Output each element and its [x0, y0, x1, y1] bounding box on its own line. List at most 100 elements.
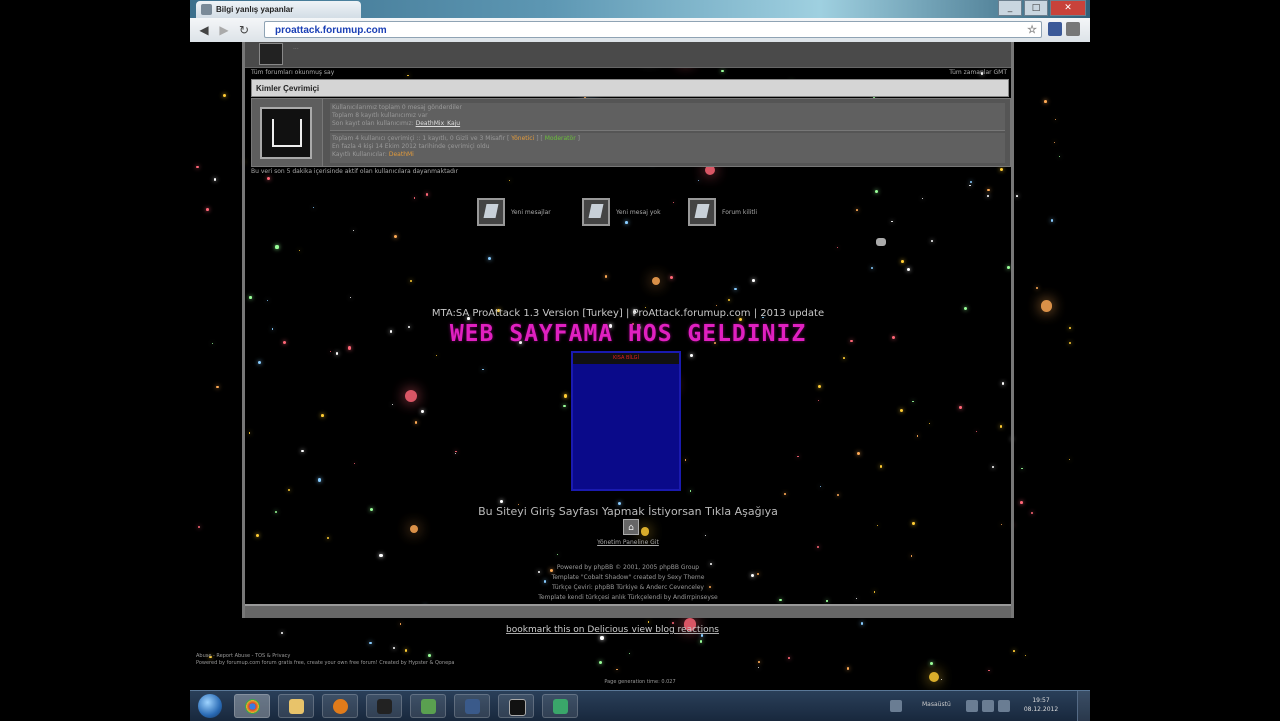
star-sparkle	[846, 667, 850, 670]
credits-line: Template kendi türkçesi anlık Türkçelend…	[538, 594, 718, 601]
credits-line: Türkçe Çeviri: phpBB Türkiye & Anderc Ce…	[552, 584, 704, 591]
bookmark-link[interactable]: bookmark this on Delicious	[506, 625, 628, 635]
windows-taskbar: Masaüstü 19:57 08.12.2012	[190, 690, 1090, 721]
bookmark-star-icon[interactable]: ☆	[1027, 22, 1037, 39]
browser-tab[interactable]: Bilgi yanlış yapanlar	[196, 1, 361, 18]
star-sparkle	[196, 166, 199, 169]
star-sparkle	[1059, 155, 1061, 157]
star-sparkle	[1021, 467, 1023, 470]
show-desktop-button[interactable]	[1077, 691, 1090, 721]
network-icon	[421, 699, 436, 714]
tray-network-icon[interactable]	[982, 700, 994, 712]
system-clock[interactable]: 19:57 08.12.2012	[1016, 696, 1066, 714]
taskbar-cmd[interactable]	[498, 694, 534, 718]
stats-line: Son kayıt olan kullanıcımız: DeathMix_Ka…	[332, 120, 460, 127]
admin-legend: Yönetici	[511, 135, 535, 142]
who-online-icon	[260, 107, 312, 159]
mark-read-link[interactable]: Tüm forumları okunmuş say	[251, 69, 334, 76]
mta-version-line: MTA:SA ProAttack 1.3 Version [Turkey] | …	[431, 308, 825, 319]
star-sparkle	[1019, 500, 1023, 504]
info-box: KISA BİLGİ	[571, 351, 681, 491]
url-text: proattack.forumup.com	[275, 25, 387, 36]
online-user-link[interactable]: DeathMi	[389, 151, 414, 158]
online-detail-block: Toplam 4 kullanıcı çevrimiçi :: 1 kayıtl…	[330, 133, 1005, 163]
online-count-text: Toplam 4 kullanıcı çevrimiçi :: 1 kayıtl…	[332, 135, 506, 142]
taskbar-network[interactable]	[410, 694, 446, 718]
wrench-menu-icon[interactable]	[1066, 22, 1080, 36]
forum-top-text: ...	[293, 44, 299, 51]
forward-icon[interactable]: ▶	[216, 22, 232, 38]
star-sparkle	[213, 178, 217, 181]
star-sparkle	[758, 661, 761, 663]
window-controls: _ □ ✕	[998, 0, 1086, 16]
tray-arrow-icon[interactable]	[966, 700, 978, 712]
no-new-posts-icon	[582, 198, 610, 226]
star-sparkle	[223, 94, 227, 98]
close-button[interactable]: ✕	[1050, 0, 1086, 16]
star-sparkle	[1044, 100, 1048, 104]
welcome-banner: WEB SAYFAMA HOS GELDINIZ	[449, 321, 807, 347]
stats-line-text: Son kayıt olan kullanıcımız:	[332, 120, 414, 127]
reload-icon[interactable]: ↻	[236, 22, 252, 38]
address-bar[interactable]: proattack.forumup.com ☆	[264, 21, 1042, 38]
taskbar-app[interactable]	[366, 694, 402, 718]
maximize-button[interactable]: □	[1024, 0, 1048, 16]
legend-label: Yeni mesajlar	[511, 209, 551, 216]
star-sparkle	[600, 636, 604, 640]
facebook-extension-icon[interactable]	[1048, 22, 1062, 36]
last-member-link[interactable]: DeathMix_Kaju	[416, 120, 461, 127]
admin-panel-link[interactable]: Yönetim Paneline Git	[245, 539, 1011, 546]
registered-users-label: Kayıtlı Kullanıcılar:	[332, 151, 387, 158]
forum-top-row: ...	[245, 42, 1011, 68]
who-online-icon-cell	[252, 99, 323, 166]
star-sparkle	[1035, 286, 1039, 290]
taskbar-chrome[interactable]	[234, 694, 270, 718]
star-sparkle	[1031, 511, 1034, 514]
star-sparkle	[628, 652, 631, 654]
graduation-icon	[465, 699, 480, 714]
abuse-links[interactable]: Abuse - Report Abuse - TOS & Privacy	[196, 653, 454, 660]
tray-volume-icon[interactable]	[998, 700, 1010, 712]
new-posts-icon	[477, 198, 505, 226]
tray-desktop-label[interactable]: Masaüstü	[922, 701, 951, 708]
star-sparkle	[598, 660, 603, 665]
star-sparkle	[1054, 142, 1056, 144]
view-blog-link[interactable]: view blog reactions	[632, 625, 719, 635]
credits-line: Template "Cobalt Shadow" created by Sexy…	[551, 574, 705, 581]
mod-legend: Moderatör	[544, 135, 576, 142]
right-pillarbox	[1090, 0, 1280, 720]
star-sparkle	[616, 668, 618, 671]
star-sparkle	[399, 623, 402, 625]
page-generation-time: Page generation time: 0.027	[604, 679, 676, 685]
star-sparkle	[281, 631, 284, 634]
online-detail-line: Toplam 4 kullanıcı çevrimiçi :: 1 kayıtl…	[332, 135, 580, 142]
taskbar-explorer[interactable]	[278, 694, 314, 718]
start-button[interactable]	[198, 694, 222, 718]
set-homepage-icon[interactable]: ⌂	[623, 519, 639, 535]
star-sparkle	[1050, 218, 1054, 222]
info-box-header: KISA BİLGİ	[573, 353, 679, 364]
folder-icon	[289, 699, 304, 714]
bookmark-row: bookmark this on Delicious view blog rea…	[506, 622, 719, 635]
tray-pen-icon[interactable]	[890, 700, 902, 712]
star-sparkle	[860, 622, 864, 625]
timezone-row: Tüm forumları okunmuş say Tüm zamanlar G…	[251, 69, 1007, 76]
taskbar-app2[interactable]	[454, 694, 490, 718]
star-sparkle	[929, 661, 933, 665]
star-sparkle	[211, 342, 213, 344]
star-sparkle	[988, 669, 990, 672]
taskbar-app3[interactable]	[542, 694, 578, 718]
minimize-button[interactable]: _	[998, 0, 1022, 16]
mouse-cursor-icon	[876, 238, 886, 246]
clock-time: 19:57	[1032, 697, 1050, 704]
forum-bottom-border	[245, 604, 1011, 618]
online-detail-line: En fazla 4 kişi 14 Ekim 2012 tarihinde ç…	[332, 143, 490, 150]
taskbar-media[interactable]	[322, 694, 358, 718]
star-sparkle	[1069, 327, 1071, 329]
star-sparkle	[758, 667, 760, 669]
forum-locked-icon	[688, 198, 716, 226]
star-sparkle	[1068, 458, 1071, 461]
legend-label: Yeni mesaj yok	[616, 209, 661, 216]
star-sparkle	[392, 646, 396, 650]
back-icon[interactable]: ◀	[196, 22, 212, 38]
